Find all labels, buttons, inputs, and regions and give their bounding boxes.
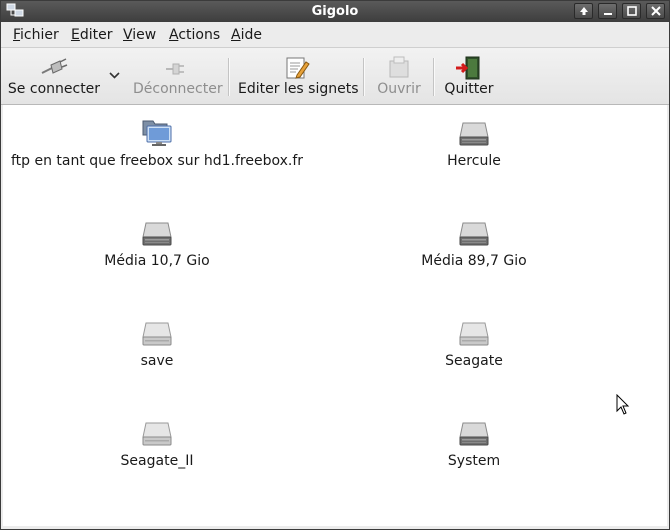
list-item[interactable]: Hercule [324,117,624,169]
item-label: Seagate [445,353,503,369]
gigolo-window: Gigolo Fichier Editer View Actions Aide [0,0,670,530]
title-bar[interactable]: Gigolo [1,1,669,22]
plug-disconnect-icon [166,63,184,75]
toolbar-separator [228,58,230,96]
drive-icon [459,222,489,246]
connect-label: Se connecter [7,81,101,97]
item-label: System [447,453,501,469]
item-label: Média 89,7 Gio [421,253,527,269]
edit-bookmarks-button[interactable]: Editer les signets [238,48,359,104]
removable-drive-icon [142,322,172,346]
disconnect-label: Déconnecter [133,81,223,97]
removable-drive-icon [459,322,489,346]
item-label: Seagate_II [120,453,194,469]
window-up-button[interactable] [574,3,593,19]
open-folder-icon [389,56,409,78]
list-item[interactable]: Seagate_II [7,417,307,469]
item-label: save [140,353,174,369]
open-button[interactable]: Ouvrir [373,48,425,104]
menu-editer[interactable]: Editer [71,27,113,43]
drive-icon [459,422,489,446]
chevron-down-icon [109,72,120,79]
maximize-icon [627,6,637,16]
maximize-button[interactable] [622,3,641,19]
close-icon [651,6,661,16]
quit-label: Quitter [444,81,494,97]
connections-view: ftp en tant que freebox sur hd1.freebox.… [3,105,667,526]
list-item[interactable]: System [324,417,624,469]
drive-icon [142,222,172,246]
network-folder-icon [142,120,172,146]
menu-view[interactable]: View [123,27,156,43]
removable-drive-icon [142,422,172,446]
window-title: Gigolo [311,4,359,19]
list-item[interactable]: Seagate [324,317,624,369]
edit-bookmarks-label: Editer les signets [238,81,359,97]
toolbar-separator [433,58,435,96]
minimize-button[interactable] [598,3,617,19]
edit-document-icon [286,57,310,79]
quit-button[interactable]: Quitter [442,48,496,104]
menu-actions[interactable]: Actions [169,27,220,43]
arrow-up-icon [580,7,588,15]
menu-bar: Fichier Editer View Actions Aide [1,23,669,48]
exit-door-icon [456,56,480,80]
list-item[interactable]: save [7,317,307,369]
drive-icon [459,122,489,146]
connect-button[interactable]: Se connecter [7,48,101,104]
toolbar-separator [363,58,365,96]
disconnect-button[interactable]: Déconnecter [133,48,223,104]
list-item[interactable]: Média 89,7 Gio [324,217,624,269]
item-label: ftp en tant que freebox sur hd1.freebox.… [10,153,304,169]
menu-fichier[interactable]: Fichier [13,27,59,43]
toolbar: Se connecter Déconnecter Editer les sign… [1,48,669,105]
mouse-pointer-icon [616,394,630,415]
menu-aide[interactable]: Aide [231,27,262,43]
plug-connect-icon [41,58,68,74]
close-button[interactable] [646,3,665,19]
item-label: Hercule [447,153,501,169]
open-label: Ouvrir [377,81,421,97]
minimize-icon [604,13,612,15]
list-item[interactable]: Média 10,7 Gio [7,217,307,269]
list-item[interactable]: ftp en tant que freebox sur hd1.freebox.… [7,117,307,169]
item-label: Média 10,7 Gio [104,253,210,269]
connect-dropdown-button[interactable] [103,48,125,104]
